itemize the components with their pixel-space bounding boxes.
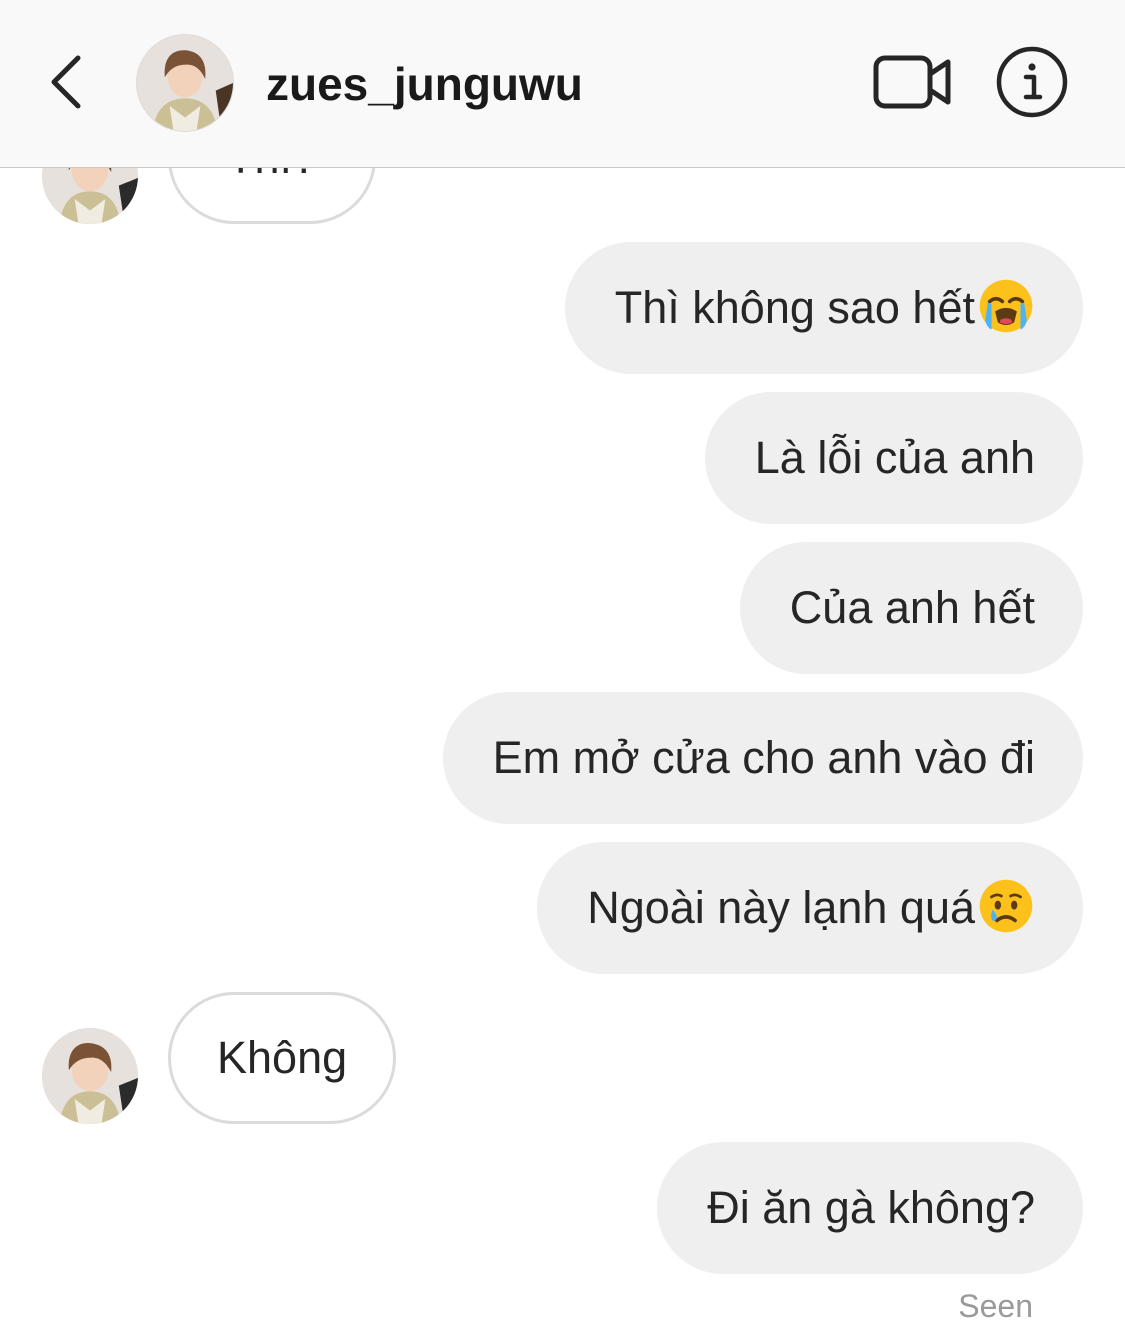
profile-photo: [137, 35, 233, 131]
chat-header: zues_junguwu: [0, 0, 1125, 168]
message-bubble-sent[interactable]: Đi ăn gà không?: [657, 1142, 1083, 1274]
profile-photo: [42, 1028, 138, 1124]
message-bubble-sent[interactable]: Thì không sao hết: [564, 242, 1083, 374]
header-avatar[interactable]: [136, 34, 234, 132]
message-thread[interactable]: Thì? Thì không sao hết Là lỗi của anh Củ…: [0, 0, 1125, 1339]
chevron-left-icon: [51, 55, 81, 109]
info-icon: [996, 46, 1068, 118]
sender-avatar[interactable]: [42, 1028, 138, 1124]
video-camera-icon: [873, 55, 951, 109]
message-bubble-sent[interactable]: Ngoài này lạnh quá: [537, 842, 1083, 974]
message-text: Thì không sao hết: [614, 282, 975, 333]
seen-status: Seen: [958, 1288, 1033, 1324]
crying-face-emoji: [977, 877, 1035, 935]
message-bubble-received[interactable]: Không: [168, 992, 397, 1124]
message-bubble-sent[interactable]: Của anh hết: [739, 542, 1083, 674]
direct-message-screen: Thì? Thì không sao hết Là lỗi của anh Củ…: [0, 0, 1125, 1339]
message-bubble-sent[interactable]: Là lỗi của anh: [704, 392, 1083, 524]
back-button[interactable]: [40, 50, 100, 114]
video-call-button[interactable]: [870, 48, 954, 116]
info-button[interactable]: [994, 44, 1070, 120]
message-text: Ngoài này lạnh quá: [587, 882, 975, 933]
chat-username[interactable]: zues_junguwu: [266, 54, 583, 114]
message-bubble-sent[interactable]: Em mở cửa cho anh vào đi: [442, 692, 1083, 824]
loudly-crying-face-emoji: [977, 277, 1035, 335]
